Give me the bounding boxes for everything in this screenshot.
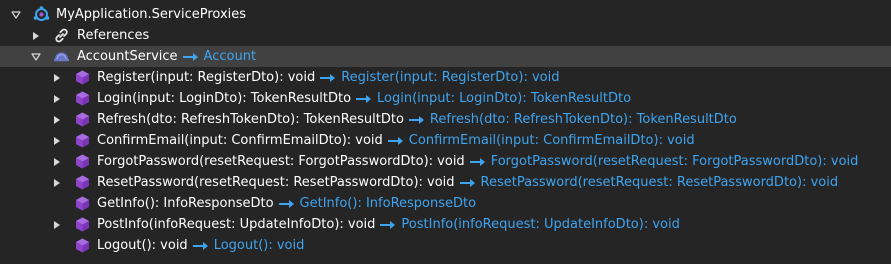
operation-target[interactable]: Login(input: LoginDto): TokenResultDto: [377, 88, 631, 109]
account-service-target[interactable]: Account: [204, 46, 257, 67]
mapping-arrow-icon: [387, 136, 404, 146]
operation-cube-icon: [74, 153, 91, 170]
mapping-arrow-icon: [380, 220, 396, 230]
operation-target[interactable]: ConfirmEmail(input: ConfirmEmailDto): vo…: [409, 130, 695, 151]
expand-toggle-root[interactable]: [10, 4, 22, 25]
operation-label: ForgotPassword(resetRequest: ForgotPassw…: [97, 154, 465, 169]
operation-label: ResetPassword(resetRequest: ResetPasswor…: [97, 175, 455, 190]
mapping-arrow-icon: [469, 157, 486, 167]
mapping-arrow-icon: [356, 94, 372, 104]
expand-toggle-operation[interactable]: [51, 151, 63, 172]
chevron-right-icon: [54, 94, 60, 103]
operation-label: GetInfo(): InfoResponseDto: [97, 196, 274, 211]
service-icon: [53, 48, 70, 65]
expand-toggle-operation[interactable]: [51, 109, 63, 130]
operation-label: Logout(): void: [97, 238, 188, 253]
service-proxies-tree: MyApplication.ServiceProxies References: [0, 0, 891, 264]
mapping-arrow-icon: [192, 241, 209, 251]
expand-toggle-account-service[interactable]: [30, 46, 42, 67]
tree-node-operation[interactable]: Login(input: LoginDto): TokenResultDto L…: [0, 88, 891, 109]
tree-node-operation[interactable]: Register(input: RegisterDto): void Regis…: [0, 67, 891, 88]
operation-target[interactable]: Refresh(dto: RefreshTokenDto): TokenResu…: [430, 109, 737, 130]
chevron-right-icon: [54, 136, 60, 145]
chevron-right-icon: [54, 220, 60, 229]
operation-label: Refresh(dto: RefreshTokenDto): TokenResu…: [97, 112, 404, 127]
chevron-right-icon: [33, 31, 39, 40]
tree-node-operation[interactable]: ConfirmEmail(input: ConfirmEmailDto): vo…: [0, 130, 891, 151]
operation-target[interactable]: Register(input: RegisterDto): void: [341, 67, 559, 88]
root-label: MyApplication.ServiceProxies: [56, 7, 247, 22]
tree-node-references[interactable]: References: [0, 25, 891, 46]
expand-toggle-operation[interactable]: [51, 67, 63, 88]
link-icon: [53, 27, 70, 44]
chevron-down-icon: [31, 52, 41, 61]
operation-cube-icon: [74, 90, 91, 107]
operations-list: Register(input: RegisterDto): void Regis…: [0, 67, 891, 256]
operation-cube-icon: [74, 111, 91, 128]
mapping-arrow-icon: [182, 52, 199, 62]
expand-toggle-operation[interactable]: [51, 130, 63, 151]
operation-cube-icon: [74, 216, 91, 233]
account-service-label: AccountService: [77, 49, 178, 64]
references-label: References: [77, 28, 150, 43]
mapping-arrow-icon: [408, 115, 425, 125]
chevron-right-icon: [54, 178, 60, 187]
tree-node-account-service[interactable]: AccountService Account: [0, 46, 891, 67]
expand-toggle-operation[interactable]: [51, 88, 63, 109]
operation-cube-icon: [74, 195, 91, 212]
operation-label: PostInfo(infoRequest: UpdateInfoDto): vo…: [97, 217, 376, 232]
service-proxies-icon: [33, 6, 50, 23]
tree-node-operation[interactable]: Logout(): void Logout(): void: [0, 235, 891, 256]
chevron-right-icon: [54, 157, 60, 166]
operation-cube-icon: [74, 69, 91, 86]
operation-label: ConfirmEmail(input: ConfirmEmailDto): vo…: [97, 133, 383, 148]
tree-node-root[interactable]: MyApplication.ServiceProxies: [0, 4, 891, 25]
tree-node-operation[interactable]: Refresh(dto: RefreshTokenDto): TokenResu…: [0, 109, 891, 130]
expand-toggle-operation[interactable]: [51, 214, 63, 235]
mapping-arrow-icon: [320, 73, 336, 83]
chevron-right-icon: [54, 73, 60, 82]
operation-label: Register(input: RegisterDto): void: [97, 70, 316, 85]
tree-node-operation[interactable]: ForgotPassword(resetRequest: ForgotPassw…: [0, 151, 891, 172]
tree-node-operation[interactable]: GetInfo(): InfoResponseDto GetInfo(): In…: [0, 193, 891, 214]
tree-node-operation[interactable]: ResetPassword(resetRequest: ResetPasswor…: [0, 172, 891, 193]
mapping-arrow-icon: [459, 178, 476, 188]
operation-target[interactable]: GetInfo(): InfoResponseDto: [300, 193, 477, 214]
operation-target[interactable]: PostInfo(infoRequest: UpdateInfoDto): vo…: [401, 214, 679, 235]
operation-target[interactable]: Logout(): void: [214, 235, 305, 256]
mapping-arrow-icon: [278, 199, 295, 209]
operation-target[interactable]: ForgotPassword(resetRequest: ForgotPassw…: [491, 151, 859, 172]
operation-cube-icon: [74, 132, 91, 149]
operation-target[interactable]: ResetPassword(resetRequest: ResetPasswor…: [481, 172, 839, 193]
operation-cube-icon: [74, 237, 91, 254]
tree-node-operation[interactable]: PostInfo(infoRequest: UpdateInfoDto): vo…: [0, 214, 891, 235]
operation-label: Login(input: LoginDto): TokenResultDto: [97, 91, 352, 106]
chevron-down-icon: [11, 10, 21, 19]
chevron-right-icon: [54, 115, 60, 124]
expand-toggle-references[interactable]: [30, 25, 42, 46]
expand-toggle-operation[interactable]: [51, 172, 63, 193]
operation-cube-icon: [74, 174, 91, 191]
